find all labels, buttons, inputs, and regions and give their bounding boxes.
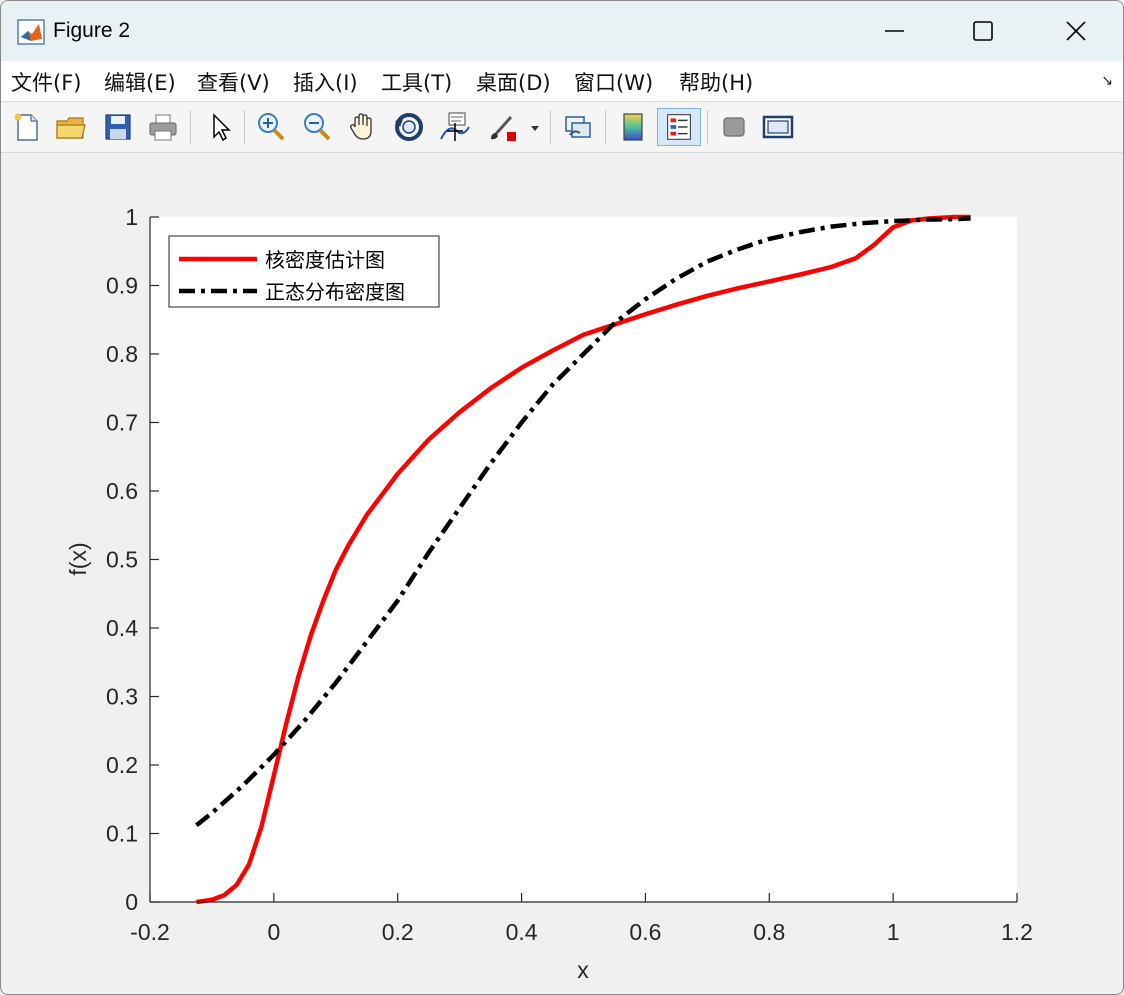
x-tick-label: 0.8 — [753, 919, 785, 945]
x-tick-label: -0.2 — [130, 919, 170, 945]
x-tick-label: 0 — [267, 919, 280, 945]
y-tick-label: 0.5 — [106, 547, 138, 573]
y-axis-label: f(x) — [65, 542, 91, 575]
legend-label-normal: 正态分布密度图 — [265, 280, 405, 304]
x-tick-label: 0.6 — [629, 919, 661, 945]
legend[interactable]: 核密度估计图 正态分布密度图 — [168, 235, 440, 308]
x-axis-label: x — [577, 957, 589, 983]
x-tick-label: 1 — [887, 919, 900, 945]
y-tick-label: 0.2 — [106, 752, 138, 778]
axes-area[interactable] — [150, 217, 1017, 902]
x-tick-label: 0.2 — [382, 919, 414, 945]
x-tick-label: 1.2 — [1001, 919, 1033, 945]
figure-canvas: -0.2 0 0.2 0.4 0.6 0.8 1 1.2 0 0.1 0.2 0.3 0.4 0.5 0.6… — [65, 204, 1033, 983]
y-tick-label: 0.9 — [106, 273, 138, 299]
legend-label-kde: 核密度估计图 — [265, 248, 385, 272]
y-tick-label: 0.8 — [106, 341, 138, 367]
y-tick-label: 1 — [125, 204, 138, 230]
y-tick-label: 0.7 — [106, 410, 138, 436]
x-tick-label: 0.4 — [506, 919, 538, 945]
y-tick-label: 0.6 — [106, 478, 138, 504]
y-tick-label: 0 — [125, 889, 138, 915]
figure-window: Figure 2 文件(F) 编辑(E) 查看(V) 插入(I) 工具(T) 桌… — [0, 0, 1124, 995]
y-tick-label: 0.3 — [106, 684, 138, 710]
y-tick-label: 0.1 — [106, 821, 138, 847]
y-tick-label: 0.4 — [106, 615, 138, 641]
